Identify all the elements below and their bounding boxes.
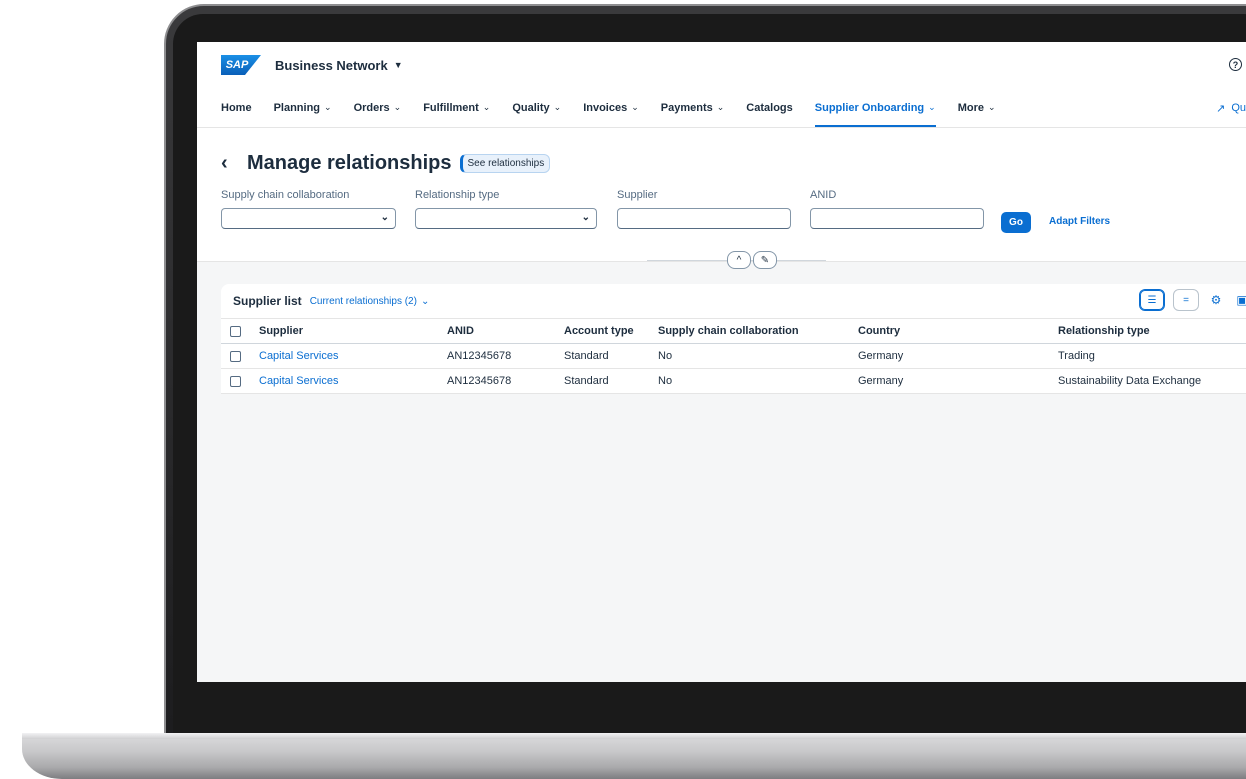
column-header[interactable]: Country [858, 318, 1058, 344]
chevron-down-icon: ⌄ [324, 102, 332, 112]
cell-supply-chain: No [658, 368, 858, 394]
chevron-down-icon: ⌄ [393, 102, 402, 112]
cell-relationship-type: Sustainability Data Exchange [1058, 368, 1246, 394]
column-header[interactable]: Supplier [259, 318, 447, 344]
variant-selector[interactable]: Current relationships (2) ⌄ [310, 296, 430, 307]
filter-label: Supply chain collaboration [221, 189, 350, 201]
chevron-down-icon: ⌄ [631, 102, 639, 112]
table-toolbar: Supplier list Current relationships (2) … [221, 284, 1246, 318]
filter-supply-chain: Supply chain collaboration ⌄ [221, 189, 396, 229]
main-navigation: Home Planning ⌄ Orders ⌄ Fulfillment ⌄ Qual… [197, 88, 1246, 128]
nav-item-catalogs[interactable]: Catalogs [746, 88, 792, 127]
supplier-table-card: Supplier list Current relationships (2) … [221, 284, 1246, 394]
filter-anid: ANID [810, 189, 984, 229]
table-actions: ☰ = ⚙ ▣ [1139, 289, 1246, 311]
share-arrow-icon: ↗ [1216, 102, 1226, 115]
variant-label: Current relationships (2) [309, 295, 417, 307]
back-arrow-icon[interactable]: ‹ [221, 152, 239, 175]
quick-link[interactable]: ↗ Qu [1216, 88, 1246, 128]
filter-relationship-type: Relationship type ⌄ [415, 189, 597, 229]
sap-logo[interactable]: SAP [221, 55, 261, 75]
column-header[interactable]: Supply chain collaboration [658, 318, 858, 344]
select-all-checkbox[interactable] [221, 318, 259, 344]
nav-item-payments[interactable]: Payments ⌄ [661, 88, 725, 127]
chevron-down-icon: ⌄ [380, 212, 389, 223]
supplier-link[interactable]: Capital Services [259, 343, 447, 369]
nav-item-more[interactable]: More ⌄ [958, 88, 996, 127]
row-checkbox[interactable] [221, 343, 259, 369]
chevron-down-icon: ⌄ [482, 102, 491, 112]
condensed-rows-button[interactable]: = [1173, 289, 1199, 311]
see-relationships-button[interactable]: See relationships [459, 154, 551, 173]
chevron-down-icon: ⌄ [716, 102, 725, 112]
pin-header-button[interactable]: ✎ [753, 251, 777, 269]
laptop-base [22, 733, 1246, 779]
table-title: Supplier list [233, 294, 302, 308]
table-row[interactable]: Capital Services AN12345678 Standard No … [221, 368, 1246, 394]
settings-gear-icon[interactable]: ⚙ [1207, 293, 1225, 307]
filter-label: Supplier [617, 189, 658, 201]
chevron-down-icon: ⌄ [987, 102, 996, 112]
laptop-base-edge [22, 733, 1246, 739]
chevron-down-icon: ⌄ [553, 102, 562, 112]
expand-rows-button[interactable]: ☰ [1139, 289, 1165, 311]
product-switcher[interactable]: Business Network ▼ [275, 58, 403, 73]
nav-item-home[interactable]: Home [221, 88, 252, 127]
header-controls: ^ ✎ [727, 251, 777, 269]
filter-label: Relationship type [415, 189, 500, 201]
row-checkbox[interactable] [221, 368, 259, 394]
caret-down-icon: ▼ [393, 60, 403, 70]
column-header[interactable]: Relationship type [1058, 318, 1246, 344]
table-row[interactable]: Capital Services AN12345678 Standard No … [221, 343, 1246, 369]
supplier-table: Supplier ANID Account type Supply chain … [221, 318, 1246, 394]
shell-bar: SAP Business Network ▼ ? [197, 42, 1246, 88]
supplier-link[interactable]: Capital Services [259, 368, 447, 394]
page-title: Manage relationships [247, 152, 452, 174]
chevron-down-icon: ⌄ [420, 295, 430, 307]
app-screen: SAP Business Network ▼ ? Home Planning ⌄ … [197, 42, 1246, 682]
help-icon[interactable]: ? [1229, 58, 1242, 71]
chevron-down-icon: ⌄ [581, 212, 590, 223]
page-header: ‹ Manage relationships See relationships… [197, 128, 1246, 269]
cell-supply-chain: No [658, 343, 858, 369]
supplier-input[interactable] [617, 208, 791, 229]
export-icon[interactable]: ▣ [1233, 293, 1246, 307]
column-header[interactable]: ANID [447, 318, 564, 344]
filter-supplier: Supplier [617, 189, 791, 229]
cell-account-type: Standard [564, 368, 658, 394]
relationship-type-select[interactable]: ⌄ [415, 208, 597, 229]
cell-account-type: Standard [564, 343, 658, 369]
table-header-row: Supplier ANID Account type Supply chain … [221, 318, 1246, 344]
adapt-filters-link[interactable]: Adapt Filters [1049, 216, 1110, 227]
nav-item-quality[interactable]: Quality ⌄ [512, 88, 561, 127]
go-button[interactable]: Go [1001, 212, 1031, 233]
collapse-header-button[interactable]: ^ [727, 251, 751, 269]
cell-country: Germany [858, 368, 1058, 394]
cell-relationship-type: Trading [1058, 343, 1246, 369]
cell-anid: AN12345678 [447, 368, 564, 394]
cell-country: Germany [858, 343, 1058, 369]
anid-input[interactable] [810, 208, 984, 229]
quick-link-label: Qu [1231, 102, 1246, 114]
chevron-down-icon: ⌄ [928, 102, 936, 112]
nav-item-fulfillment[interactable]: Fulfillment ⌄ [423, 88, 490, 127]
filter-bar: Supply chain collaboration ⌄ Relationshi… [221, 189, 1222, 233]
cell-anid: AN12345678 [447, 343, 564, 369]
brand-title: Business Network [275, 57, 388, 73]
column-header[interactable]: Account type [564, 318, 658, 344]
supply-chain-select[interactable]: ⌄ [221, 208, 396, 229]
nav-item-orders[interactable]: Orders ⌄ [354, 88, 402, 127]
nav-item-invoices[interactable]: Invoices ⌄ [583, 88, 639, 127]
nav-item-supplier-onboarding[interactable]: Supplier Onboarding ⌄ [814, 88, 936, 127]
filter-label: ANID [810, 189, 837, 201]
nav-item-planning[interactable]: Planning ⌄ [274, 88, 332, 127]
